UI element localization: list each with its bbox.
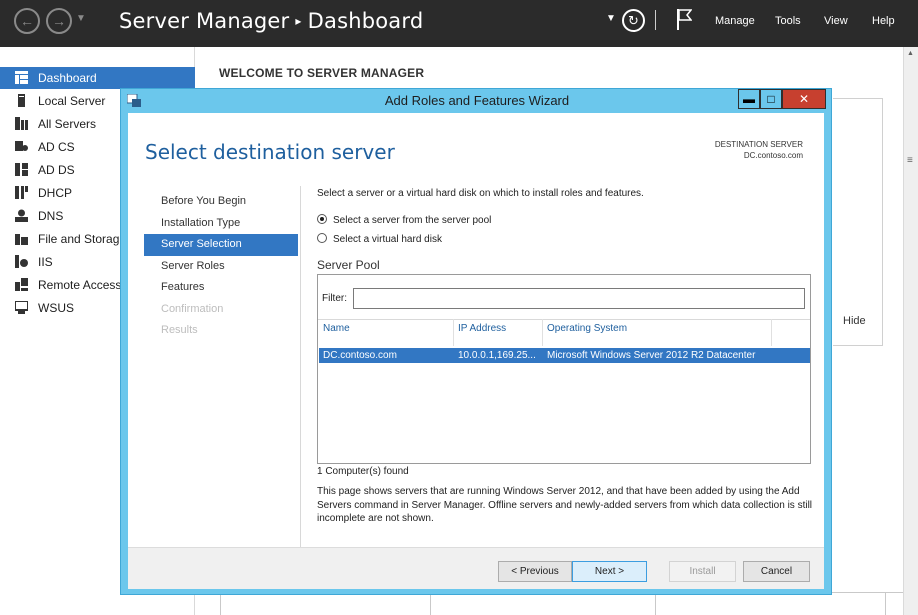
server-manager-titlebar: ← → ▼ Server Manager ▸ Dashboard ▼ ↻ Manag…: [0, 0, 918, 47]
ad-cs-icon: [15, 141, 28, 151]
filter-label: Filter:: [322, 293, 347, 304]
add-roles-wizard: Add Roles and Features Wizard ▬ □ ✕ Sele…: [120, 88, 832, 595]
radio-vhd[interactable]: [317, 233, 327, 243]
option-vhd-label: Select a virtual hard disk: [333, 234, 442, 245]
refresh-dropdown-icon[interactable]: ▼: [606, 13, 616, 24]
tile-grid-divider: [885, 592, 886, 615]
sidebar-item-label: All Servers: [38, 117, 97, 131]
table-row[interactable]: DC.contoso.com 10.0.0.1,169.25... Micros…: [319, 348, 810, 363]
breadcrumb: Server Manager ▸ Dashboard: [119, 9, 423, 33]
option-vhd[interactable]: Select a virtual hard disk: [317, 233, 442, 245]
tile-grid-divider: [220, 592, 221, 615]
iis-icon: [15, 255, 28, 268]
column-divider: [542, 319, 543, 346]
steps-divider: [300, 186, 301, 556]
app-title: Server Manager: [119, 9, 290, 33]
dashboard-icon: [15, 71, 28, 84]
step-installation-type[interactable]: Installation Type: [144, 213, 298, 235]
dns-icon: [15, 209, 28, 222]
menu-tools[interactable]: Tools: [775, 15, 801, 27]
sidebar-item-label: AD DS: [38, 163, 75, 177]
row-os: Microsoft Windows Server 2012 R2 Datacen…: [547, 350, 756, 361]
radio-server-pool[interactable]: [317, 214, 327, 224]
menu-view[interactable]: View: [824, 15, 848, 27]
step-confirmation: Confirmation: [161, 302, 224, 315]
column-divider: [771, 319, 772, 346]
forward-arrow-icon[interactable]: →: [46, 8, 72, 34]
ad-ds-icon: [15, 163, 28, 176]
destination-server-value: DC.contoso.com: [743, 151, 803, 160]
welcome-heading: WELCOME TO SERVER MANAGER: [219, 66, 425, 80]
sidebar-item-dashboard[interactable]: Dashboard: [0, 67, 195, 89]
wizard-footer: < Previous Next > Install Cancel: [128, 547, 824, 589]
column-divider: [453, 319, 454, 346]
previous-button[interactable]: < Previous: [498, 561, 572, 582]
next-button[interactable]: Next >: [572, 561, 647, 582]
sidebar-item-label: Remote Access: [38, 278, 122, 292]
history-dropdown-icon[interactable]: ▼: [76, 13, 86, 24]
quick-start-panel: [833, 98, 883, 346]
wizard-title: Add Roles and Features Wizard: [384, 93, 570, 108]
step-server-selection[interactable]: Server Selection: [144, 234, 298, 256]
refresh-icon[interactable]: ↻: [622, 9, 645, 32]
sidebar-item-label: DNS: [38, 209, 64, 223]
install-button: Install: [669, 561, 736, 582]
dhcp-icon: [15, 186, 28, 199]
scroll-grip-icon[interactable]: ≡: [907, 155, 913, 166]
wizard-body: Select destination server DESTINATION SE…: [128, 113, 824, 589]
step-server-roles[interactable]: Server Roles: [144, 256, 298, 278]
remote-access-icon: [15, 278, 28, 291]
column-header-name[interactable]: Name: [323, 323, 350, 334]
step-features[interactable]: Features: [144, 277, 298, 299]
sidebar-item-label: AD CS: [38, 140, 75, 154]
option-server-pool[interactable]: Select a server from the server pool: [317, 214, 491, 226]
back-arrow-icon[interactable]: ←: [14, 8, 40, 34]
hide-link[interactable]: Hide: [843, 315, 866, 327]
menu-help[interactable]: Help: [872, 15, 895, 27]
step-results: Results: [161, 324, 198, 336]
server-pool-title: Server Pool: [317, 258, 380, 272]
sidebar-item-label: IIS: [38, 255, 53, 269]
row-ip: 10.0.0.1,169.25...: [458, 350, 536, 361]
scroll-up-icon[interactable]: ▲: [907, 50, 914, 57]
tile-grid-divider: [430, 592, 431, 615]
local-server-icon: [18, 94, 25, 107]
file-storage-icon: [15, 234, 28, 245]
wizard-page-heading: Select destination server: [145, 140, 395, 164]
sidebar-item-label: Local Server: [38, 94, 106, 108]
page-title: Dashboard: [307, 9, 424, 33]
minimize-button[interactable]: ▬: [738, 89, 760, 109]
filter-input[interactable]: [353, 288, 805, 309]
option-server-pool-label: Select a server from the server pool: [333, 215, 492, 226]
column-header-os[interactable]: Operating System: [547, 323, 627, 334]
row-name: DC.contoso.com: [323, 350, 397, 361]
sidebar-item-label: Dashboard: [38, 71, 97, 85]
destination-server-label: DESTINATION SERVER: [714, 140, 803, 149]
close-button[interactable]: ✕: [782, 89, 826, 109]
tile-grid-divider: [655, 592, 656, 615]
server-pool-help: This page shows servers that are running…: [317, 486, 813, 524]
cancel-button[interactable]: Cancel: [743, 561, 810, 582]
toolbar-divider: [655, 10, 656, 30]
maximize-button[interactable]: □: [760, 89, 782, 109]
menu-manage[interactable]: Manage: [715, 15, 755, 27]
step-before-you-begin[interactable]: Before You Begin: [144, 191, 298, 213]
table-header-divider: [318, 319, 810, 320]
all-servers-icon: [15, 117, 28, 130]
wizard-steps: Before You Begin Installation Type Serve…: [144, 191, 298, 342]
server-pool-box: Filter: Name IP Address Operating System…: [317, 274, 811, 464]
sidebar-item-label: DHCP: [38, 186, 73, 200]
vertical-scrollbar[interactable]: ▲ ≡: [903, 47, 918, 615]
breadcrumb-separator: ▸: [295, 14, 302, 28]
selection-description: Select a server or a virtual hard disk o…: [317, 188, 644, 199]
column-header-ip[interactable]: IP Address: [458, 323, 506, 334]
wsus-icon: [15, 301, 28, 314]
sidebar-item-label: WSUS: [38, 301, 74, 315]
computers-found: 1 Computer(s) found: [317, 466, 409, 477]
sidebar-item-label: File and Storag: [38, 232, 120, 246]
notifications-flag-icon[interactable]: [676, 8, 692, 30]
